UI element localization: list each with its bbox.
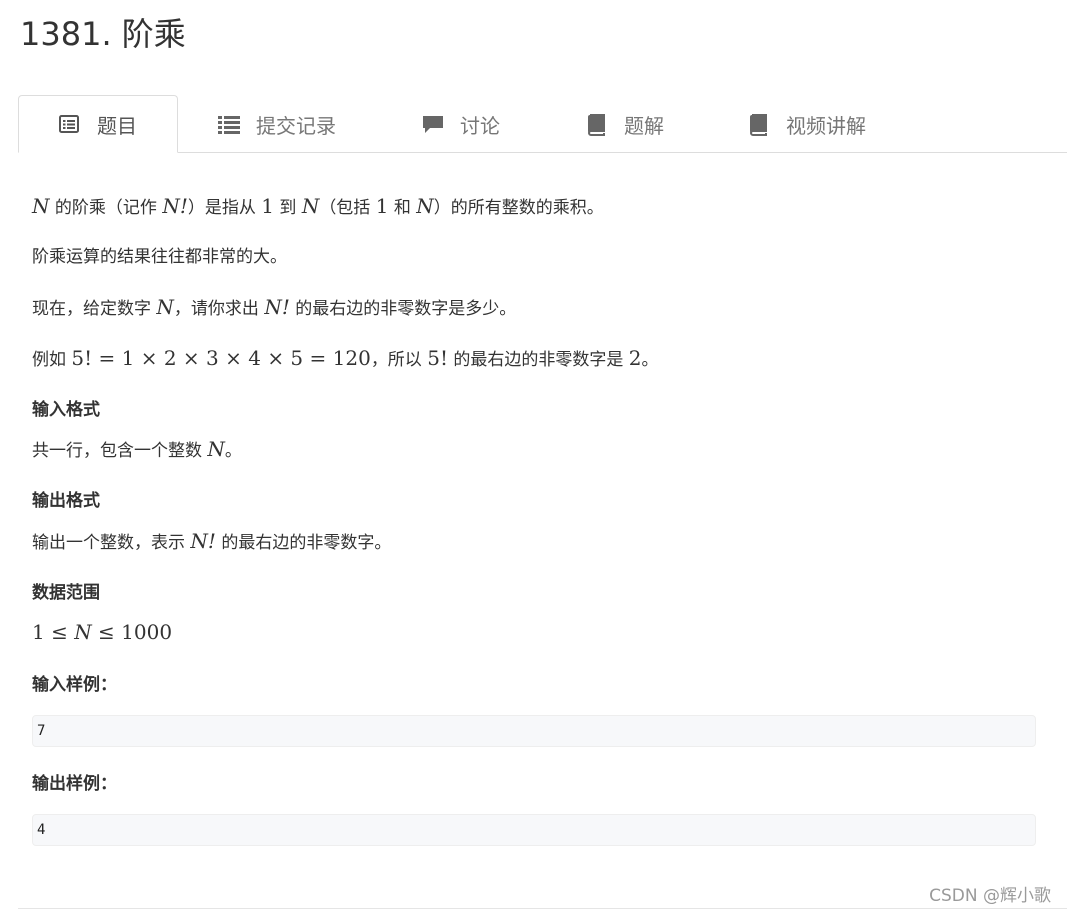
tab-label: 视频讲解 <box>786 113 866 138</box>
tab-solutions[interactable]: 题解 <box>586 95 664 153</box>
math-expression: N! <box>162 194 188 218</box>
output-format-text: 输出一个整数，表示 N! 的最右边的非零数字。 <box>32 529 392 553</box>
problem-page: 1381. 阶乘 题目 提交记录 讨论 题解 视频讲解 N 的阶乘（记作 N!）… <box>0 0 1067 914</box>
sample-input-box: 7 <box>32 715 1036 747</box>
tab-problem[interactable]: 题目 <box>18 95 178 153</box>
tab-label: 提交记录 <box>256 113 336 138</box>
math-variable: N <box>32 194 50 218</box>
tab-bar: 题目 提交记录 讨论 题解 视频讲解 <box>18 95 1067 153</box>
math-expression: 5! <box>427 346 448 370</box>
math-expression: N! <box>190 529 216 553</box>
sample-output-heading: 输出样例： <box>32 774 117 794</box>
math-variable: N <box>416 194 434 218</box>
output-format-heading: 输出格式 <box>32 491 100 511</box>
description-paragraph-1: N 的阶乘（记作 N!）是指从 1 到 N（包括 1 和 N）的所有整数的乘积。 <box>32 194 604 218</box>
sample-input-heading: 输入样例： <box>32 675 117 695</box>
book-icon <box>748 114 768 136</box>
sample-output-box: 4 <box>32 814 1036 846</box>
description-paragraph-3: 现在，给定数字 N，请你求出 N! 的最右边的非零数字是多少。 <box>32 295 517 319</box>
math-number: 1 <box>375 194 389 218</box>
list-alt-icon <box>59 114 79 134</box>
data-range-text: 1 ≤ N ≤ 1000 <box>32 617 172 649</box>
math-variable: N <box>301 194 320 218</box>
input-format-heading: 输入格式 <box>32 400 100 420</box>
math-variable: N <box>207 437 225 461</box>
data-range-heading: 数据范围 <box>32 583 100 603</box>
csdn-watermark: CSDN @辉小歌 <box>929 886 1051 906</box>
page-title: 1381. 阶乘 <box>20 15 186 53</box>
math-number: 2 <box>628 346 642 370</box>
tab-label: 讨论 <box>460 113 500 138</box>
math-expression: 5! = 1 × 2 × 3 × 4 × 5 = 120 <box>71 346 371 370</box>
math-variable: N <box>156 295 174 319</box>
tab-label: 题目 <box>97 113 137 138</box>
math-expression: N! <box>264 295 290 319</box>
tab-label: 题解 <box>624 113 664 138</box>
divider <box>18 908 1067 909</box>
tab-discussion[interactable]: 讨论 <box>422 95 500 153</box>
math-expression: 1 ≤ N ≤ 1000 <box>32 620 173 644</box>
tab-video[interactable]: 视频讲解 <box>748 95 866 153</box>
description-paragraph-4: 例如 5! = 1 × 2 × 3 × 4 × 5 = 120，所以 5! 的最… <box>32 346 659 370</box>
input-format-text: 共一行，包含一个整数 N。 <box>32 437 242 461</box>
tab-submissions[interactable]: 提交记录 <box>218 95 336 153</box>
description-paragraph-2: 阶乘运算的结果往往都非常的大。 <box>32 247 287 267</box>
math-number: 1 <box>261 194 274 218</box>
comment-icon <box>422 114 443 134</box>
list-icon <box>218 114 240 134</box>
book-icon <box>586 114 606 136</box>
